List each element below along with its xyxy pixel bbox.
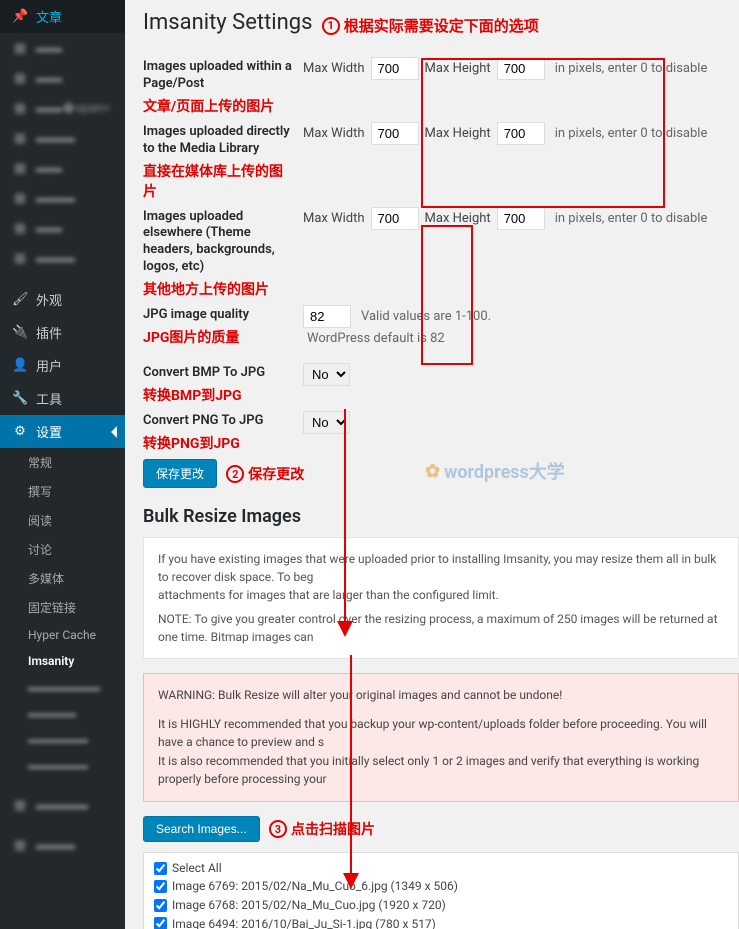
save-button[interactable]: 保存更改 xyxy=(143,459,217,488)
max-height-label: Max Height xyxy=(425,61,491,76)
settings-form: Images uploaded within a Page/Post 文章/页面上… xyxy=(143,57,739,453)
label-jpg-quality: JPG image quality xyxy=(143,307,293,324)
annotation-1: 1根据实际需要设定下面的选项 xyxy=(322,15,539,36)
menu-blur[interactable]: ▦▬▬ xyxy=(0,213,125,243)
library-height-input[interactable] xyxy=(497,122,545,145)
bulk-resize-heading: Bulk Resize Images xyxy=(143,506,739,527)
sub-permalink[interactable]: 固定链接 xyxy=(0,593,125,622)
page-post-height-input[interactable] xyxy=(497,57,545,80)
wrench-icon: 🔧 xyxy=(12,391,28,406)
quality-hint-2: WordPress default is 82 xyxy=(307,331,445,346)
list-item: Image 6494: 2016/10/Bai_Ju_Si-1.jpg (780… xyxy=(154,915,728,929)
elsewhere-height-input[interactable] xyxy=(497,207,545,230)
quality-hint: Valid values are 1-100. xyxy=(361,309,491,324)
label-elsewhere-zh: 其他地方上传的图片 xyxy=(143,279,293,299)
menu-tools[interactable]: 🔧工具 xyxy=(0,382,125,415)
image-checkbox[interactable] xyxy=(154,899,167,912)
image-checkbox[interactable] xyxy=(154,917,167,929)
png-select[interactable]: No xyxy=(303,411,350,434)
image-list: Select All Image 6769: 2015/02/Na_Mu_Cuo… xyxy=(143,852,739,929)
px-hint: in pixels, enter 0 to disable xyxy=(555,61,708,76)
sub-general[interactable]: 常规 xyxy=(0,448,125,477)
image-checkbox[interactable] xyxy=(154,880,167,893)
page-title: Imsanity Settings xyxy=(143,10,313,35)
menu-blur[interactable]: ▦▬▬ xyxy=(0,153,125,183)
menu-blur[interactable]: ▦▬▬▬▬ xyxy=(0,790,125,820)
sub-reading[interactable]: 阅读 xyxy=(0,506,125,535)
sub-blur[interactable]: ▬▬▬▬▬▬ xyxy=(0,674,125,700)
user-icon: 👤 xyxy=(12,358,28,373)
label-media-library-zh: 直接在媒体库上传的图片 xyxy=(143,161,293,201)
menu-plugins[interactable]: 🔌插件 xyxy=(0,316,125,349)
menu-posts[interactable]: 📌文章 xyxy=(0,0,125,33)
sliders-icon: ⚙ xyxy=(12,424,28,439)
label-jpg-quality-zh: JPG图片的质量 xyxy=(143,327,293,347)
menu-blur[interactable]: ▦▬▬▬ xyxy=(0,123,125,153)
menu-settings[interactable]: ⚙设置 xyxy=(0,415,125,448)
image-label: Image 6768: 2015/02/Na_Mu_Cuo.jpg (1920 … xyxy=(172,896,446,915)
menu-blur[interactable]: ▦▬▬�span> xyxy=(0,93,125,123)
admin-sidebar: 📌文章 ▦▬▬ ▦▬▬ ▦▬▬�span> ▦▬▬▬ ▦▬▬ ▦▬▬▬ ▦▬▬ … xyxy=(0,0,125,929)
label-png-zh: 转换PNG到JPG xyxy=(143,433,293,453)
select-all-checkbox[interactable] xyxy=(154,862,167,875)
menu-blur[interactable]: ▦▬▬ xyxy=(0,33,125,63)
label-png: Convert PNG To JPG xyxy=(143,413,293,430)
image-label: Image 6769: 2015/02/Na_Mu_Cuo_6.jpg (134… xyxy=(172,877,458,896)
sub-imsanity[interactable]: Imsanity xyxy=(0,648,125,674)
info-notice: If you have existing images that were up… xyxy=(143,537,739,659)
sub-blur[interactable]: ▬▬▬▬▬ xyxy=(0,752,125,778)
jpg-quality-input[interactable] xyxy=(303,305,351,328)
sub-discussion[interactable]: 讨论 xyxy=(0,535,125,564)
warning-notice: WARNING: Bulk Resize will alter your ori… xyxy=(143,673,739,802)
list-item: Image 6768: 2015/02/Na_Mu_Cuo.jpg (1920 … xyxy=(154,896,728,915)
library-width-input[interactable] xyxy=(371,122,419,145)
sub-writing[interactable]: 撰写 xyxy=(0,477,125,506)
label-media-library: Images uploaded directly to the Media Li… xyxy=(143,124,293,158)
pin-icon: 📌 xyxy=(12,9,28,24)
menu-users[interactable]: 👤用户 xyxy=(0,349,125,382)
select-all-label: Select All xyxy=(172,859,222,878)
list-item: Image 6769: 2015/02/Na_Mu_Cuo_6.jpg (134… xyxy=(154,877,728,896)
image-label: Image 6494: 2016/10/Bai_Ju_Si-1.jpg (780… xyxy=(172,915,436,929)
label-bmp: Convert BMP To JPG xyxy=(143,365,293,382)
menu-appearance[interactable]: 🖌外观 xyxy=(0,283,125,316)
label-page-post: Images uploaded within a Page/Post xyxy=(143,59,293,93)
menu-blur[interactable]: ▦▬▬▬ xyxy=(0,243,125,273)
bmp-select[interactable]: No xyxy=(303,363,350,386)
label-bmp-zh: 转换BMP到JPG xyxy=(143,385,293,405)
sub-blur[interactable]: ▬▬▬▬ xyxy=(0,700,125,726)
annotation-2: 2保存更改 xyxy=(226,464,304,484)
brush-icon: 🖌 xyxy=(12,292,28,307)
sub-media[interactable]: 多媒体 xyxy=(0,564,125,593)
elsewhere-width-input[interactable] xyxy=(371,207,419,230)
sub-blur[interactable]: ▬▬▬▬▬ xyxy=(0,726,125,752)
label-elsewhere: Images uploaded elsewhere (Theme headers… xyxy=(143,209,293,277)
annotation-3: 3点击扫描图片 xyxy=(269,819,375,839)
plug-icon: 🔌 xyxy=(12,325,28,340)
max-width-label: Max Width xyxy=(303,61,365,76)
menu-blur[interactable]: ▦▬▬ xyxy=(0,63,125,93)
menu-blur[interactable]: ▦▬▬▬ xyxy=(0,830,125,860)
main-content: Imsanity Settings 1根据实际需要设定下面的选项 Images … xyxy=(125,0,739,929)
search-images-button[interactable]: Search Images... xyxy=(143,816,260,842)
sub-hypercache[interactable]: Hyper Cache xyxy=(0,622,125,648)
page-post-width-input[interactable] xyxy=(371,57,419,80)
label-page-post-zh: 文章/页面上传的图片 xyxy=(143,96,293,116)
menu-blur[interactable]: ▦▬▬▬ xyxy=(0,183,125,213)
